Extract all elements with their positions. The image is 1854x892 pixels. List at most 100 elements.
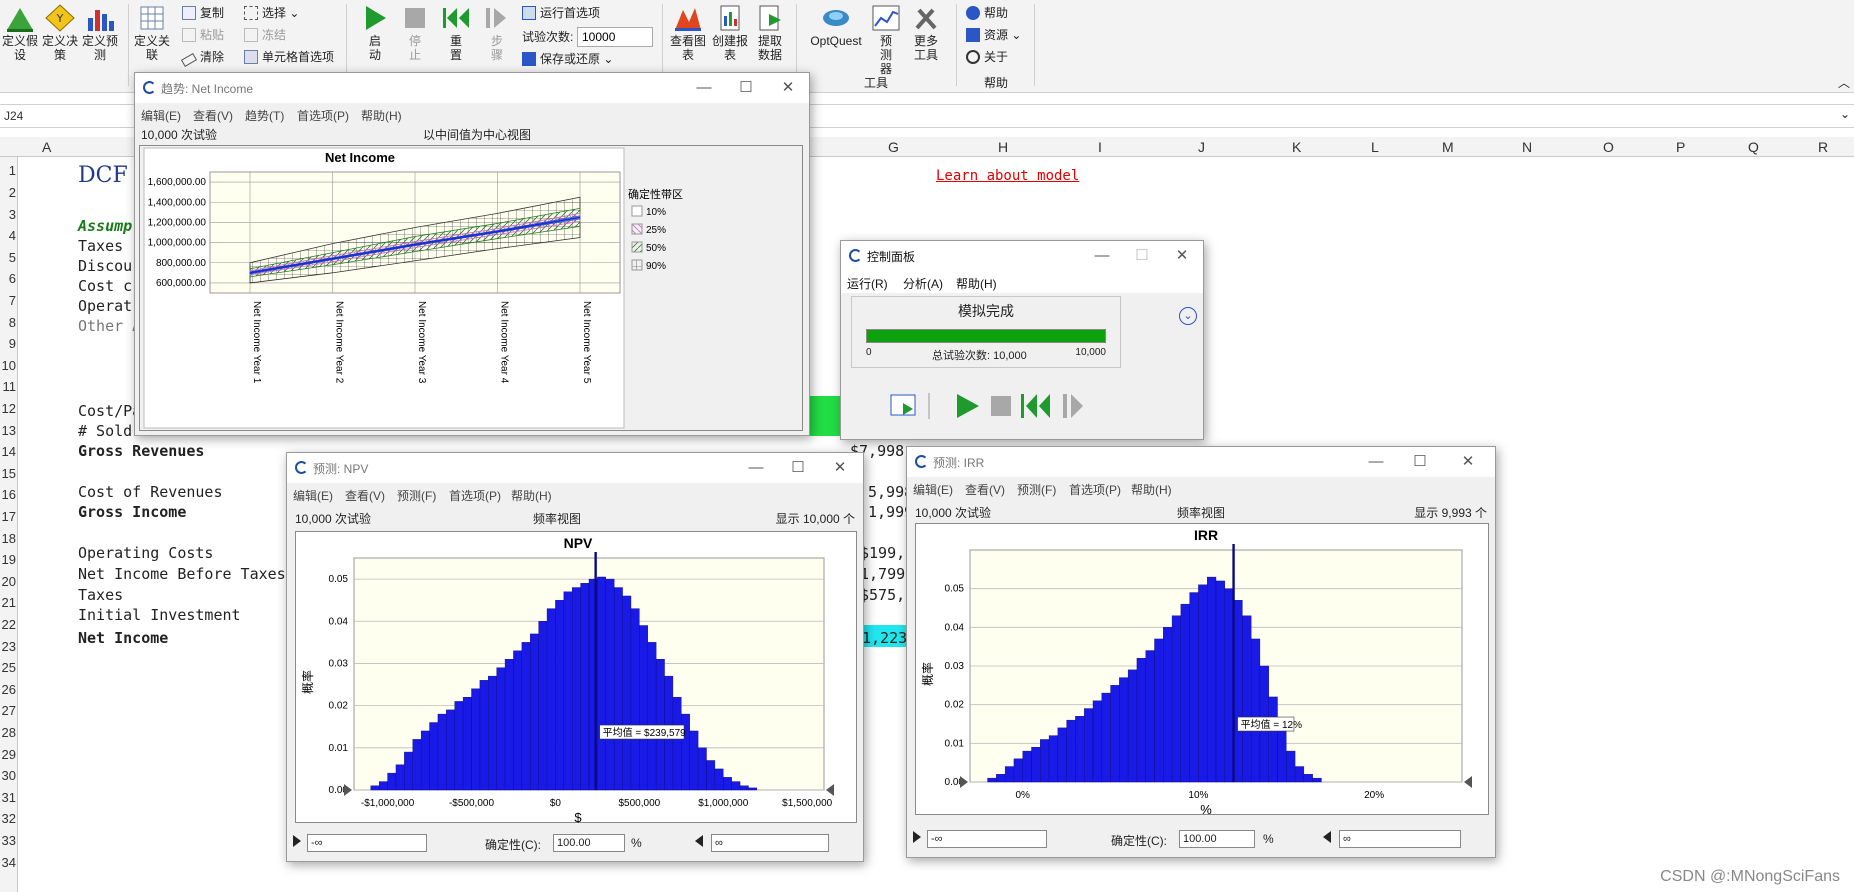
column-g-header[interactable]: G (888, 139, 899, 155)
row-header-18[interactable]: 18 (0, 531, 16, 546)
menu-forecast[interactable]: 预测(F) (1017, 481, 1056, 498)
row-header-34[interactable]: 34 (0, 855, 16, 870)
right-bound-input[interactable]: ∞ (1339, 830, 1461, 848)
row-header-30[interactable]: 30 (0, 768, 16, 783)
left-slider-icon[interactable] (913, 831, 921, 843)
menu-help[interactable]: 帮助(H) (1131, 481, 1172, 498)
expand-formula-icon[interactable]: ⌄ (1840, 107, 1850, 121)
row-header-25[interactable]: 25 (0, 660, 16, 675)
row-header-17[interactable]: 17 (0, 509, 16, 524)
define-forecast-button[interactable]: 定义预测 (82, 4, 118, 62)
row-header-26[interactable]: 26 (0, 682, 16, 697)
row-header-23[interactable]: 23 (0, 639, 16, 654)
resources-button[interactable]: 资源 ⌄ (966, 25, 1021, 45)
copy-button[interactable]: 复制 (182, 3, 224, 23)
menu-preferences[interactable]: 首选项(P) (297, 107, 349, 124)
row-header-20[interactable]: 20 (0, 574, 16, 589)
menu-trend[interactable]: 趋势(T) (245, 107, 284, 124)
row-header-1[interactable]: 1 (0, 163, 16, 178)
column-r-header[interactable]: R (1818, 139, 1828, 155)
close-icon[interactable]: ✕ (825, 457, 855, 479)
row-header-31[interactable]: 31 (0, 790, 16, 805)
row-header-19[interactable]: 19 (0, 552, 16, 567)
right-slider-icon[interactable] (1323, 831, 1331, 843)
row-header-22[interactable]: 22 (0, 617, 16, 632)
column-p-header[interactable]: P (1676, 139, 1685, 155)
trend-titlebar[interactable]: 趋势: Net Income — ☐ ✕ (135, 73, 809, 103)
row-header-27[interactable]: 27 (0, 703, 16, 718)
certainty-input[interactable]: 100.00 (1179, 830, 1255, 848)
row-header-14[interactable]: 14 (0, 444, 16, 459)
left-slider-icon[interactable] (293, 835, 301, 847)
minimize-icon[interactable]: — (741, 457, 771, 479)
help-button[interactable]: 帮助 (966, 3, 1008, 23)
menu-forecast[interactable]: 预测(F) (397, 487, 436, 504)
stop-button[interactable]: 停止 (398, 4, 432, 62)
row-header-3[interactable]: 3 (0, 207, 16, 222)
row-header-9[interactable]: 9 (0, 336, 16, 351)
column-h-header[interactable]: H (998, 139, 1008, 155)
left-bound-input[interactable]: -∞ (307, 834, 427, 852)
collapse-ribbon-icon[interactable]: ︿ (1838, 74, 1850, 91)
cell-prefs-button[interactable]: 单元格首选项 (244, 47, 334, 67)
column-i-header[interactable]: I (1098, 139, 1102, 155)
row-header-32[interactable]: 32 (0, 811, 16, 826)
right-bound-input[interactable]: ∞ (711, 834, 829, 852)
menu-run[interactable]: 运行(R) (847, 275, 888, 292)
row-header-21[interactable]: 21 (0, 595, 16, 610)
row-header-13[interactable]: 13 (0, 423, 16, 438)
row-header-6[interactable]: 6 (0, 271, 16, 286)
stop-icon[interactable] (991, 396, 1011, 416)
freeze-button[interactable]: 冻结 (244, 25, 286, 45)
right-slider-icon[interactable] (695, 835, 703, 847)
row-header-8[interactable]: 8 (0, 315, 16, 330)
row-header-5[interactable]: 5 (0, 250, 16, 265)
predictor-button[interactable]: 预测器 (868, 4, 904, 76)
clear-button[interactable]: 清除 (180, 47, 224, 67)
view-charts-button[interactable]: 查看图表 (668, 4, 708, 62)
select-button[interactable]: 选择 ⌄ (244, 3, 299, 23)
close-icon[interactable]: ✕ (1453, 451, 1483, 473)
run-prefs-button[interactable]: 运行首选项 (522, 3, 600, 23)
maximize-icon[interactable]: ☐ (1405, 451, 1435, 473)
menu-view[interactable]: 查看(V) (193, 107, 233, 124)
maximize-icon[interactable]: ☐ (731, 77, 761, 99)
certainty-input[interactable]: 100.00 (553, 834, 625, 852)
row-header-29[interactable]: 29 (0, 747, 16, 762)
menu-analyze[interactable]: 分析(A) (903, 275, 943, 292)
menu-help[interactable]: 帮助(H) (361, 107, 402, 124)
define-correlation-button[interactable]: 定义关联 (134, 4, 170, 62)
menu-help[interactable]: 帮助(H) (511, 487, 552, 504)
menu-preferences[interactable]: 首选项(P) (449, 487, 501, 504)
menu-help[interactable]: 帮助(H) (956, 275, 997, 292)
menu-preferences[interactable]: 首选项(P) (1069, 481, 1121, 498)
row-header-11[interactable]: 11 (0, 379, 17, 394)
row-header-15[interactable]: 15 (0, 466, 16, 481)
left-bound-input[interactable]: -∞ (927, 830, 1047, 848)
row-header-2[interactable]: 2 (0, 185, 16, 200)
define-assumption-button[interactable]: 定义假设 (2, 4, 38, 62)
trials-input[interactable] (577, 27, 653, 47)
column-q-header[interactable]: Q (1748, 139, 1759, 155)
row-header-10[interactable]: 10 (0, 358, 16, 373)
npv-titlebar[interactable]: 预测: NPV — ☐ ✕ (287, 453, 863, 483)
control-titlebar[interactable]: 控制面板 — ☐ ✕ (841, 241, 1203, 271)
column-o-header[interactable]: O (1603, 139, 1614, 155)
paste-button[interactable]: 粘贴 (182, 25, 224, 45)
row-header-7[interactable]: 7 (0, 293, 16, 308)
row-header-28[interactable]: 28 (0, 725, 16, 740)
menu-view[interactable]: 查看(V) (345, 487, 385, 504)
column-k-header[interactable]: K (1292, 139, 1301, 155)
extract-data-button[interactable]: 提取数据 (752, 4, 788, 62)
close-icon[interactable]: ✕ (773, 77, 803, 99)
column-n-header[interactable]: N (1522, 139, 1532, 155)
column-l-header[interactable]: L (1371, 139, 1379, 155)
start-button[interactable]: 启动 (358, 4, 392, 62)
save-restore-button[interactable]: 保存或还原 ⌄ (522, 49, 613, 69)
expand-panel-icon[interactable]: ⌄ (1179, 307, 1197, 325)
row-header-16[interactable]: 16 (0, 487, 16, 502)
minimize-icon[interactable]: — (1087, 245, 1117, 267)
maximize-icon[interactable]: ☐ (1127, 245, 1157, 267)
chart-view-icon[interactable] (890, 394, 916, 416)
row-header-33[interactable]: 33 (0, 833, 16, 848)
